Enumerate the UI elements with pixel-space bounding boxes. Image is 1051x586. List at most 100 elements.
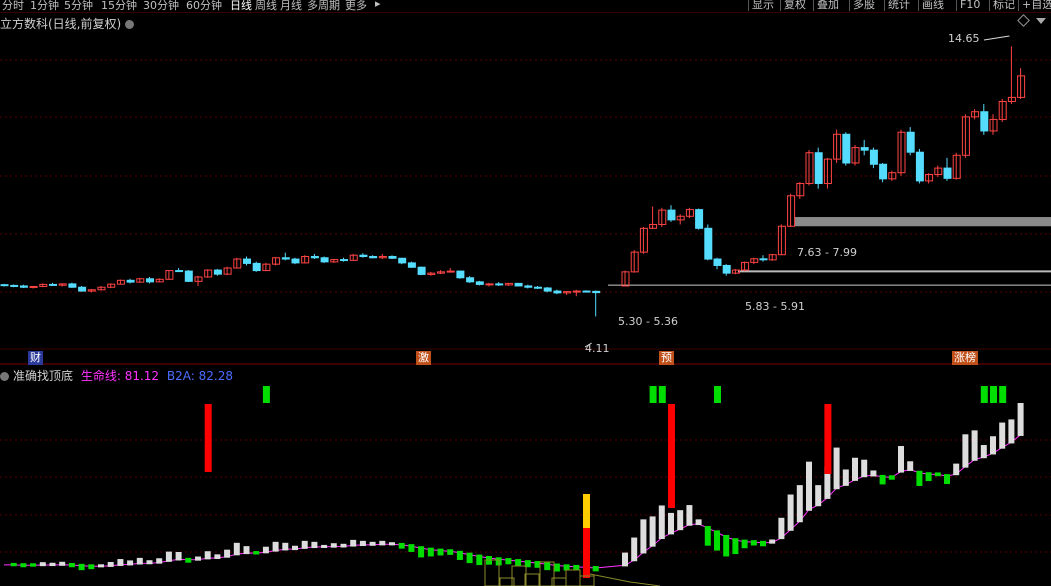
candle-body-19	[184, 270, 193, 282]
candle-body-32	[310, 255, 319, 259]
indicator-bar-85	[833, 447, 840, 490]
indicator-bar-100	[971, 430, 978, 461]
candle-body-29	[281, 257, 290, 260]
indicator-bar-1	[10, 562, 17, 567]
indicator-bar-26	[253, 551, 260, 555]
candle-body-38	[369, 255, 378, 259]
top-marker-0	[262, 386, 270, 403]
candle-body-90	[879, 163, 888, 180]
indicator-bar-61	[592, 565, 599, 572]
indicator-bar-90	[879, 474, 886, 485]
indicator-bar-81	[796, 485, 803, 523]
candle-body-2	[19, 285, 28, 288]
life-line	[4, 434, 1021, 569]
event-marker-active[interactable]: 激	[416, 351, 431, 365]
indicator-bar-74	[732, 538, 739, 555]
top-marker-2	[658, 386, 666, 403]
candle-body-97	[943, 167, 952, 179]
candle-body-54	[524, 285, 533, 288]
chart-canvas	[0, 35, 1051, 586]
low-price-label: 4.11	[585, 342, 610, 355]
candle-body-48	[466, 277, 475, 283]
candle-body-43	[417, 266, 426, 275]
event-marker-forecast[interactable]: 预	[659, 351, 674, 365]
signal-bar-yellow	[583, 494, 590, 528]
indicator-bar-48	[466, 552, 473, 564]
candle-body-72	[713, 258, 722, 266]
candle-body-86	[842, 133, 851, 164]
indicator-bar-71	[704, 526, 711, 546]
indicator-bar-76	[750, 540, 757, 546]
candle-body-1	[10, 284, 19, 287]
candle-body-37	[359, 254, 368, 257]
indicator-bar-73	[723, 534, 730, 557]
candle-body-57	[553, 290, 562, 294]
indicator-bar-79	[778, 517, 785, 540]
indicator-bar-2	[20, 563, 27, 568]
candle-body-8	[78, 286, 87, 292]
indicator-bar-5	[49, 562, 56, 567]
indicator-bar-39	[379, 540, 386, 546]
indicator-bar-42	[408, 544, 415, 552]
indicator-bar-21	[204, 551, 211, 560]
indicator-bar-69	[686, 505, 693, 526]
indicator-bar-10	[98, 564, 104, 568]
zone-label-3: 7.63 - 7.99	[797, 246, 857, 259]
indicator-bar-37	[359, 540, 366, 547]
indicator-bar-28	[272, 541, 279, 552]
indicator-bar-4	[39, 562, 46, 567]
indicator-bar-40	[389, 542, 395, 546]
indicator-bar-15	[146, 560, 153, 565]
indicator-bar-89	[870, 470, 877, 477]
indicator-bar-38	[369, 541, 376, 546]
histogram-outline-3	[524, 573, 540, 586]
event-marker-finance[interactable]: 财	[28, 351, 43, 365]
candle-body-33	[320, 257, 329, 263]
event-marker-ranking[interactable]: 涨榜	[952, 351, 978, 365]
zone-label-2: 5.83 - 5.91	[745, 300, 805, 313]
candle-body-67	[667, 209, 676, 221]
candle-body-71	[704, 227, 713, 260]
indicator-bar-67	[668, 512, 674, 535]
candle-body-53	[514, 282, 523, 287]
top-marker-4	[980, 386, 988, 403]
candle-body-77	[759, 258, 768, 261]
indicator-bar-56	[544, 562, 551, 571]
indicator-options-icon[interactable]	[0, 372, 9, 381]
candle-body-42	[407, 262, 416, 268]
candle-body-83	[814, 152, 823, 184]
indicator-bar-18	[175, 552, 182, 561]
candle-body-15	[146, 278, 154, 283]
indicator-bar-3	[30, 563, 37, 567]
indicator-bar-9	[88, 564, 95, 570]
candle-body-26	[252, 262, 261, 272]
candle-body-5	[49, 283, 57, 286]
candle-body-88	[860, 147, 869, 151]
indicator-bar-35	[340, 543, 347, 548]
indicator-bar-44	[427, 547, 434, 557]
indicator-bar-70	[695, 519, 702, 526]
zone-band-3	[795, 217, 1051, 227]
candle-body-0	[0, 284, 9, 287]
indicator-bar-8	[78, 563, 85, 571]
indicator-bar-98	[953, 463, 960, 476]
histogram-tail	[589, 573, 661, 586]
indicator-bar-36	[350, 539, 357, 547]
indicator-bar-65	[649, 516, 656, 547]
indicator-bar-88	[861, 459, 868, 478]
indicator-bar-47	[456, 550, 463, 560]
candle-body-46	[446, 270, 455, 273]
indicator-bar-30	[292, 545, 298, 551]
indicator-bar-87	[852, 457, 858, 481]
indicator-bar-105	[1017, 402, 1024, 436]
histogram-outline-6	[565, 569, 581, 586]
candle-body-73	[722, 264, 731, 274]
indicator-bar-13	[127, 560, 134, 566]
indicator-bar-103	[999, 422, 1006, 449]
indicator-bar-62	[622, 552, 628, 567]
indicator-bar-7	[68, 563, 75, 568]
indicator-bar-59	[573, 564, 580, 571]
indicator-bar-25	[243, 546, 250, 555]
indicator-bar-20	[195, 556, 201, 561]
indicator-bar-66	[658, 505, 665, 540]
